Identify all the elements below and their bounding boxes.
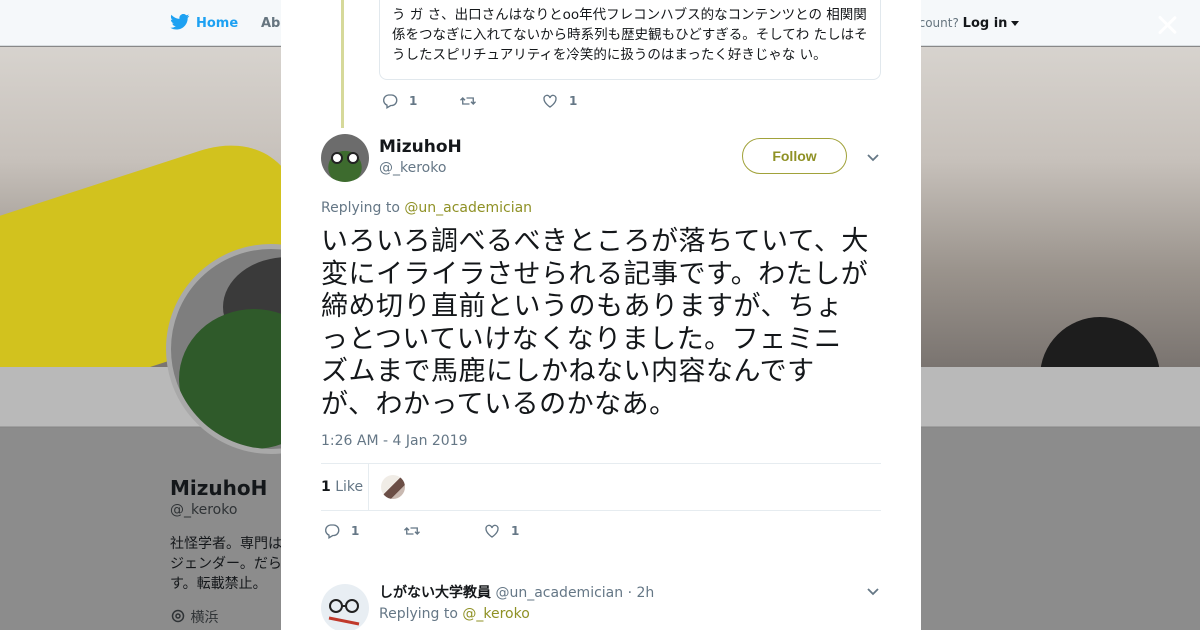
like-count: 1 xyxy=(511,524,520,538)
replying-prefix: Replying to xyxy=(321,200,405,216)
author-handle[interactable]: @_keroko xyxy=(379,160,446,176)
like-count: 1 xyxy=(569,94,578,108)
close-icon[interactable] xyxy=(1154,12,1180,38)
heart-icon xyxy=(543,94,557,108)
chevron-down-icon[interactable] xyxy=(866,150,880,164)
reply-time[interactable]: · 2h xyxy=(628,585,655,601)
focused-tweet-actions: 1 1 xyxy=(323,522,519,540)
quoted-tweet-text: う ガ さ、出口さんはなりとoo年代フレコンハブス的なコンテンツとの 相関関係を… xyxy=(392,7,868,63)
tweet-text: いろいろ調べるべきところが落ちていて、大変にイライラさせられる記事です。わたしが… xyxy=(321,226,869,420)
tweet-stats: 1 Like xyxy=(321,463,881,511)
like-stat[interactable]: 1 Like xyxy=(321,479,363,495)
reply-icon xyxy=(383,94,398,109)
follow-button[interactable]: Follow xyxy=(742,138,847,174)
reply-author-avatar[interactable] xyxy=(321,584,369,630)
replying-to: Replying to @un_academician xyxy=(321,200,532,216)
avatar-detail xyxy=(347,152,359,164)
retweet-button[interactable] xyxy=(403,522,483,540)
reply-count: 1 xyxy=(409,94,418,108)
reply-icon xyxy=(325,524,340,539)
stats-divider xyxy=(368,464,369,510)
quoted-tweet-card[interactable]: う ガ さ、出口さんはなりとoo年代フレコンハブス的なコンテンツとの 相関関係を… xyxy=(379,0,881,80)
like-total: 1 xyxy=(321,479,331,495)
reply-replying-to: Replying to @_keroko xyxy=(379,606,530,622)
retweet-icon xyxy=(404,527,420,535)
reply-button[interactable]: 1 xyxy=(381,92,459,110)
glasses-icon xyxy=(328,599,360,626)
avatar-detail xyxy=(331,152,343,164)
reply-author-handle[interactable]: @un_academician xyxy=(495,585,623,601)
reply-author-name[interactable]: しがない大学教員 xyxy=(379,585,491,601)
author-avatar[interactable] xyxy=(321,134,369,182)
replying-to-link[interactable]: @un_academician xyxy=(404,200,532,216)
reply-button[interactable]: 1 xyxy=(323,522,403,540)
reply-count: 1 xyxy=(351,524,360,538)
like-button[interactable]: 1 xyxy=(541,92,577,110)
retweet-button[interactable] xyxy=(459,92,541,110)
previous-tweet-actions: 1 1 xyxy=(381,92,577,110)
replying-to-link[interactable]: @_keroko xyxy=(462,606,529,622)
heart-icon xyxy=(485,524,499,538)
author-name[interactable]: MizuhoH xyxy=(379,137,462,157)
tweet-modal: う ガ さ、出口さんはなりとoo年代フレコンハブス的なコンテンツとの 相関関係を… xyxy=(281,0,921,630)
retweet-icon xyxy=(460,97,476,105)
like-button[interactable]: 1 xyxy=(483,522,519,540)
liker-avatar[interactable] xyxy=(381,475,405,499)
tweet-timestamp[interactable]: 1:26 AM - 4 Jan 2019 xyxy=(321,433,468,449)
chevron-down-icon[interactable] xyxy=(866,584,880,598)
thread-connector xyxy=(341,0,344,128)
replying-prefix: Replying to xyxy=(379,606,463,622)
reply-author-line[interactable]: しがない大学教員 @un_academician · 2h xyxy=(379,582,654,602)
like-word: Like xyxy=(335,479,364,495)
